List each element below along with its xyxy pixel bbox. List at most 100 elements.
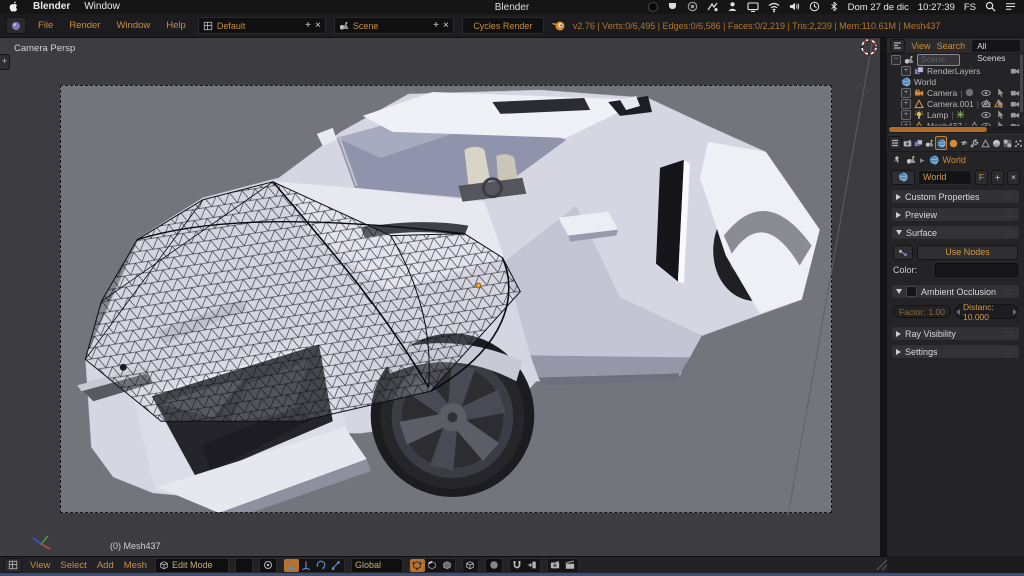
tab-world[interactable] xyxy=(935,136,947,150)
toolshelf-expand-tab[interactable]: + xyxy=(0,54,10,70)
camera-status-icon[interactable] xyxy=(687,1,698,12)
properties-editor-type-button[interactable] xyxy=(888,136,902,150)
tab-material[interactable] xyxy=(992,137,1002,149)
mode-selector[interactable]: Edit Mode xyxy=(155,558,229,573)
tab-object[interactable] xyxy=(948,137,958,149)
render-restrict-icon[interactable] xyxy=(1010,110,1020,120)
menubar-clock[interactable]: 10:27:39 xyxy=(918,2,955,13)
outliner-hscrollbar[interactable] xyxy=(889,127,987,132)
vertex-select-button[interactable] xyxy=(410,559,425,572)
panel-grip-icon[interactable]: ::: xyxy=(1005,347,1015,356)
layout-close-button[interactable]: × xyxy=(315,21,321,30)
use-nodes-button[interactable]: Use Nodes xyxy=(917,245,1018,260)
pivot-point-selector[interactable] xyxy=(259,558,277,573)
expand-icon[interactable]: + xyxy=(901,88,911,98)
outliner-row-lamp[interactable]: + Lamp | xyxy=(887,109,1024,120)
pin-icon[interactable] xyxy=(892,155,902,165)
app-menu-window[interactable]: Window xyxy=(84,1,120,12)
app-status-icon[interactable] xyxy=(667,1,678,12)
expand-icon[interactable]: + xyxy=(901,66,911,76)
viewport-menu-view[interactable]: View xyxy=(28,560,52,571)
outliner-row-scene[interactable]: − Scene xyxy=(887,54,1024,65)
tab-render-layers[interactable] xyxy=(914,137,924,149)
selectable-icon[interactable] xyxy=(996,99,1005,109)
viewport-menu-select[interactable]: Select xyxy=(58,560,88,571)
panel-surface[interactable]: Surface ::: xyxy=(891,225,1020,240)
panel-grip-icon[interactable]: ::: xyxy=(1005,228,1015,237)
editor-type-button[interactable] xyxy=(6,17,26,34)
panel-preview[interactable]: Preview ::: xyxy=(891,207,1020,222)
unlink-world-button[interactable]: × xyxy=(1007,170,1020,185)
translate-manipulator-button[interactable] xyxy=(299,559,314,572)
menubar-date[interactable]: Dom 27 de dic xyxy=(848,2,909,13)
manipulator-toggle-button[interactable] xyxy=(284,559,299,572)
bluetooth-icon[interactable] xyxy=(829,1,839,12)
tab-scene[interactable] xyxy=(924,137,934,149)
proportional-edit-selector[interactable] xyxy=(485,558,503,573)
collapse-icon[interactable]: − xyxy=(891,55,901,65)
notification-center-icon[interactable] xyxy=(1005,1,1016,12)
tab-texture[interactable] xyxy=(1002,137,1012,149)
ao-distance-field[interactable]: Distanc: 10.000 xyxy=(955,304,1018,319)
menu-window[interactable]: Window xyxy=(112,20,154,31)
user-status-icon[interactable] xyxy=(727,1,738,12)
resize-grip-icon[interactable] xyxy=(875,558,889,572)
time-machine-icon[interactable] xyxy=(809,1,820,12)
viewport-menu-add[interactable]: Add xyxy=(95,560,116,571)
world-name-field[interactable]: World xyxy=(918,170,972,185)
add-world-button[interactable]: + xyxy=(991,170,1004,185)
selectable-icon[interactable] xyxy=(996,88,1005,98)
outliner-row-camera[interactable]: + Camera | xyxy=(887,87,1024,98)
spotlight-icon[interactable] xyxy=(985,1,996,12)
render-restrict-icon[interactable] xyxy=(1010,99,1020,109)
outliner-vscrollbar[interactable] xyxy=(1020,54,1023,112)
scale-manipulator-button[interactable] xyxy=(329,559,344,572)
menu-help[interactable]: Help xyxy=(162,20,190,31)
layout-add-button[interactable]: + xyxy=(305,21,311,30)
selectable-icon[interactable] xyxy=(996,110,1005,120)
edge-select-button[interactable] xyxy=(425,559,440,572)
scene-add-button[interactable]: + xyxy=(433,21,439,30)
outliner-menu-view[interactable]: View xyxy=(911,41,930,51)
apple-menu-icon[interactable] xyxy=(8,1,19,12)
hide-icon[interactable] xyxy=(981,110,991,120)
opengl-render-button[interactable] xyxy=(548,559,563,572)
menu-file[interactable]: File xyxy=(34,20,57,31)
snap-element-button[interactable] xyxy=(525,559,540,572)
render-restrict-icon[interactable] xyxy=(1010,66,1020,76)
tab-particles[interactable] xyxy=(1013,137,1023,149)
hide-icon[interactable] xyxy=(981,99,991,109)
decrement-arrow-icon[interactable] xyxy=(956,309,960,315)
panel-ambient-occlusion[interactable]: Ambient Occlusion ::: xyxy=(891,284,1020,299)
snap-toggle-button[interactable] xyxy=(510,559,525,572)
app-menu-blender[interactable]: Blender xyxy=(33,1,70,12)
expand-icon[interactable]: + xyxy=(901,99,911,109)
fullscreen-indicator[interactable]: FS xyxy=(964,2,976,13)
opengl-render-anim-button[interactable] xyxy=(563,559,578,572)
display-icon[interactable] xyxy=(747,1,759,13)
area-divider[interactable] xyxy=(880,38,887,573)
world-color-swatch[interactable] xyxy=(935,263,1018,277)
screen-layout-selector[interactable]: Default + × xyxy=(198,17,326,34)
face-select-button[interactable] xyxy=(440,559,455,572)
outliner-editor-type-button[interactable] xyxy=(890,39,905,53)
panel-ray-visibility[interactable]: Ray Visibility ::: xyxy=(891,326,1020,341)
panel-grip-icon[interactable]: ::: xyxy=(1005,329,1015,338)
world-browse-button[interactable] xyxy=(891,170,915,185)
ao-enable-checkbox[interactable] xyxy=(906,286,917,297)
3d-viewport[interactable]: Camera Persp + (0) Mesh437 xyxy=(0,38,880,556)
scene-close-button[interactable]: × xyxy=(443,21,449,30)
volume-icon[interactable] xyxy=(789,1,800,12)
render-engine-selector[interactable]: Cycles Render xyxy=(462,17,544,34)
outliner-row-camera001[interactable]: + Camera.001 | xyxy=(887,98,1024,109)
panel-custom-properties[interactable]: Custom Properties ::: xyxy=(891,189,1020,204)
render-restrict-icon[interactable] xyxy=(1010,88,1020,98)
rotate-manipulator-button[interactable] xyxy=(314,559,329,572)
limit-selection-visible-button[interactable] xyxy=(463,559,478,572)
scene-name-selected[interactable]: Scene xyxy=(917,54,960,66)
viewport-menu-mesh[interactable]: Mesh xyxy=(122,560,149,571)
node-icon-button[interactable] xyxy=(893,245,913,260)
ao-factor-slider[interactable]: Factor: 1.00 xyxy=(893,305,951,318)
panel-grip-icon[interactable]: ::: xyxy=(1005,287,1015,296)
panel-settings[interactable]: Settings ::: xyxy=(891,344,1020,359)
